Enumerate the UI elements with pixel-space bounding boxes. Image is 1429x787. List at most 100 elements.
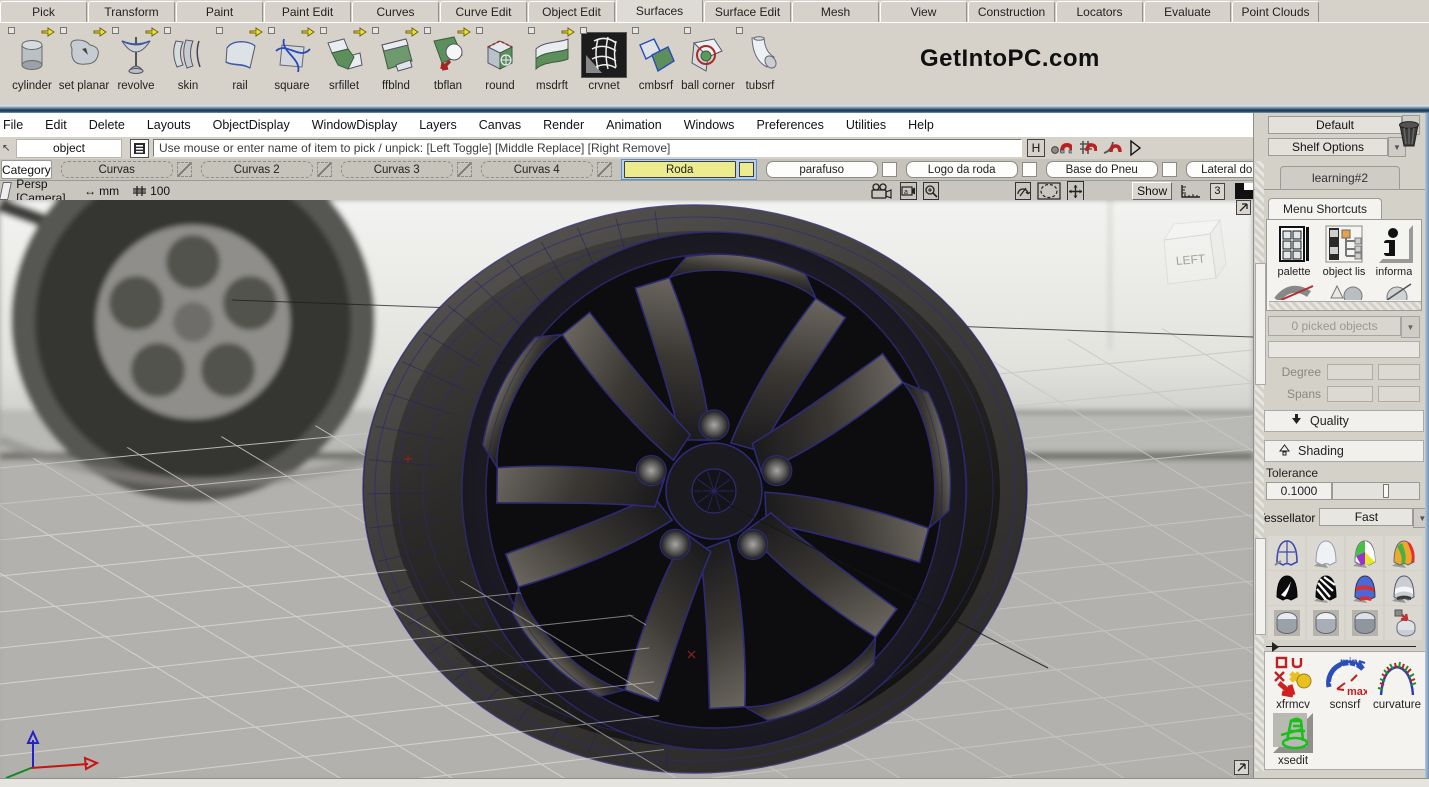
shelf-tab-point-clouds[interactable]: Point Clouds bbox=[1232, 1, 1319, 22]
layer-name[interactable]: Curvas 2 bbox=[201, 161, 313, 178]
ruler-icon[interactable] bbox=[1180, 184, 1202, 199]
layer-toggle-box[interactable] bbox=[882, 162, 897, 177]
menu-objectdisplay[interactable]: ObjectDisplay bbox=[202, 118, 301, 132]
tool-option-marker[interactable] bbox=[164, 27, 171, 34]
shelf-tab-paint[interactable]: Paint bbox=[176, 1, 263, 22]
zoom-plus-icon[interactable] bbox=[923, 182, 939, 200]
tool-round[interactable]: round bbox=[474, 27, 526, 101]
tool-msdrft[interactable]: msdrft bbox=[526, 27, 578, 101]
tab-menu-shortcuts[interactable]: Menu Shortcuts bbox=[1268, 198, 1382, 219]
layer-curvas-2[interactable]: Curvas 2 bbox=[201, 161, 332, 178]
shortcut-object-lis[interactable]: object lis bbox=[1319, 224, 1369, 278]
tool-scnsrf[interactable]: minmaxscnsrf bbox=[1319, 655, 1371, 711]
layer-name[interactable]: Roda bbox=[624, 161, 736, 178]
shading-style-stripe-colors[interactable] bbox=[1385, 536, 1422, 570]
shelf-tab-paint-edit[interactable]: Paint Edit bbox=[264, 1, 351, 22]
film-camera-icon[interactable] bbox=[870, 183, 894, 200]
tool-option-marker[interactable] bbox=[372, 27, 379, 34]
layer-toggle-box[interactable] bbox=[317, 162, 332, 177]
menu-windows[interactable]: Windows bbox=[673, 118, 746, 132]
shelf-tab-mesh[interactable]: Mesh bbox=[792, 1, 879, 22]
menu-layers[interactable]: Layers bbox=[408, 118, 468, 132]
shelf-tab-object-edit[interactable]: Object Edit bbox=[528, 1, 615, 22]
shading-style-knob-a[interactable] bbox=[1268, 606, 1305, 640]
shelf-options-value[interactable]: Shelf Options bbox=[1268, 138, 1388, 156]
shelf-tab-evaluate[interactable]: Evaluate bbox=[1144, 1, 1231, 22]
tool-option-marker[interactable] bbox=[8, 27, 15, 34]
viewport-resize-icon-bottom[interactable] bbox=[1234, 760, 1249, 775]
tool-xsedit[interactable]: xsedit bbox=[1267, 711, 1319, 767]
shading-section-header[interactable]: Shading bbox=[1264, 440, 1424, 462]
tool-option-marker[interactable] bbox=[684, 27, 691, 34]
layer-base-do-pneu[interactable]: Base do Pneu bbox=[1046, 161, 1177, 178]
history-button[interactable]: H bbox=[1027, 139, 1045, 157]
tool-option-marker[interactable] bbox=[216, 27, 223, 34]
tolerance-slider[interactable] bbox=[1332, 482, 1420, 500]
tool-option-marker[interactable] bbox=[528, 27, 535, 34]
shelf-tab-curves[interactable]: Curves bbox=[352, 1, 439, 22]
layer-toggle-box[interactable] bbox=[597, 162, 612, 177]
tool-srfillet[interactable]: srfillet bbox=[318, 27, 370, 101]
shelf-set-value[interactable]: Default bbox=[1268, 116, 1402, 134]
pan-icon[interactable] bbox=[1067, 181, 1084, 201]
tool-option-marker[interactable] bbox=[112, 27, 119, 34]
prompt-list-icon[interactable] bbox=[130, 139, 149, 158]
shading-style-zebra[interactable] bbox=[1307, 571, 1344, 605]
layer-name[interactable]: Base do Pneu bbox=[1046, 161, 1158, 178]
menu-layouts[interactable]: Layouts bbox=[136, 118, 202, 132]
menu-help[interactable]: Help bbox=[897, 118, 945, 132]
pick-mode-field[interactable]: object bbox=[16, 139, 122, 158]
magnet-curve-icon[interactable] bbox=[1102, 140, 1122, 156]
tool-ball-corner[interactable]: ball corner bbox=[682, 27, 734, 101]
wheel-model[interactable] bbox=[363, 205, 1027, 773]
shelf-tab-construction[interactable]: Construction bbox=[968, 1, 1055, 22]
shading-style-spray[interactable] bbox=[1385, 606, 1422, 640]
tool-revolve[interactable]: revolve bbox=[110, 27, 162, 101]
tool-option-marker[interactable] bbox=[736, 27, 743, 34]
shading-style-knob-b[interactable] bbox=[1307, 606, 1344, 640]
tolerance-value-field[interactable]: 0.1000 bbox=[1266, 482, 1332, 500]
menu-utilities[interactable]: Utilities bbox=[835, 118, 897, 132]
degree-field-1[interactable] bbox=[1327, 364, 1373, 380]
menu-canvas[interactable]: Canvas bbox=[468, 118, 532, 132]
rotate-view-icon[interactable] bbox=[1015, 182, 1031, 200]
layer-name[interactable]: parafuso bbox=[766, 161, 878, 178]
tool-square[interactable]: square bbox=[266, 27, 318, 101]
magnet-grid-icon[interactable] bbox=[1077, 140, 1097, 156]
layer-toggle-box[interactable] bbox=[1162, 162, 1177, 177]
tool-tbflan[interactable]: tbflan bbox=[422, 27, 474, 101]
tool-option-marker[interactable] bbox=[268, 27, 275, 34]
shortcut-informa[interactable]: informa bbox=[1369, 224, 1419, 278]
tool-option-marker[interactable] bbox=[320, 27, 327, 34]
tool-option-marker[interactable] bbox=[580, 27, 587, 34]
shading-style-knob-c[interactable] bbox=[1346, 606, 1383, 640]
layer-parafuso[interactable]: parafuso bbox=[766, 161, 897, 178]
shelf-tab-surfaces[interactable]: Surfaces bbox=[616, 0, 703, 22]
tool-curvature[interactable]: curvature bbox=[1371, 655, 1423, 711]
viewport-resize-icon-top[interactable] bbox=[1236, 200, 1251, 215]
shelf-tab-curve-edit[interactable]: Curve Edit bbox=[440, 1, 527, 22]
panel-scrollbar-thumb-2[interactable] bbox=[1255, 538, 1266, 635]
tessellator-value[interactable]: Fast bbox=[1319, 508, 1413, 526]
layer-name[interactable]: Logo da roda bbox=[906, 161, 1018, 178]
tool-cmbsrf[interactable]: cmbsrf bbox=[630, 27, 682, 101]
tool-rail[interactable]: rail bbox=[214, 27, 266, 101]
shelf-tab-surface-edit[interactable]: Surface Edit bbox=[704, 1, 791, 22]
panel-scrollbar-thumb[interactable] bbox=[1255, 263, 1266, 385]
layer-toggle-box[interactable] bbox=[739, 162, 754, 177]
menu-animation[interactable]: Animation bbox=[595, 118, 673, 132]
layer-curvas-4[interactable]: Curvas 4 bbox=[481, 161, 612, 178]
panel-scrollbar[interactable] bbox=[1255, 161, 1264, 771]
perspective-viewport[interactable]: LEFT bbox=[0, 200, 1253, 778]
menu-edit[interactable]: Edit bbox=[34, 118, 78, 132]
play-icon[interactable] bbox=[1127, 139, 1143, 157]
shelf-tab-pick[interactable]: Pick bbox=[0, 1, 87, 22]
circle-select-icon[interactable] bbox=[1037, 182, 1061, 200]
chevron-down-icon[interactable]: ▼ bbox=[1401, 316, 1420, 338]
menu-render[interactable]: Render bbox=[532, 118, 595, 132]
spans-field-1[interactable] bbox=[1327, 386, 1373, 402]
tool-crvnet[interactable]: crvnet bbox=[578, 27, 630, 101]
tool-tubsrf[interactable]: tubsrf bbox=[734, 27, 786, 101]
layer-toggle-box[interactable] bbox=[1022, 162, 1037, 177]
menu-windowdisplay[interactable]: WindowDisplay bbox=[301, 118, 408, 132]
